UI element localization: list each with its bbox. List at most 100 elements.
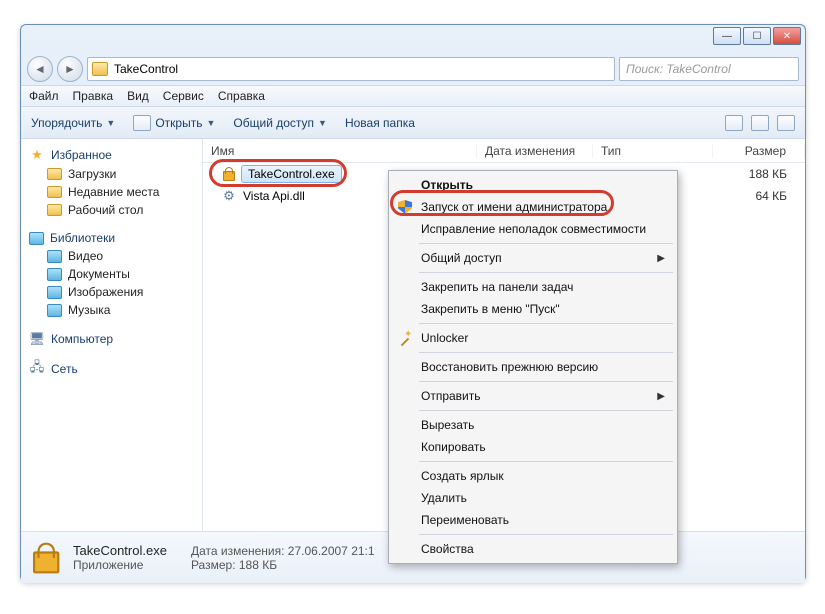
sidebar-item-pictures[interactable]: Изображения <box>21 283 202 301</box>
chevron-down-icon: ▼ <box>206 118 215 128</box>
col-size[interactable]: Размер <box>713 144 805 158</box>
ctx-label: Закрепить на панели задач <box>421 280 573 294</box>
sidebar-item-recent[interactable]: Недавние места <box>21 183 202 201</box>
ctx-copy[interactable]: Копировать <box>391 436 675 458</box>
back-button[interactable]: ◄ <box>27 56 53 82</box>
ctx-unlocker[interactable]: Unlocker <box>391 327 675 349</box>
sidebar-libraries[interactable]: Библиотеки <box>21 229 202 247</box>
ctx-runas-admin[interactable]: Запуск от имени администратора <box>391 196 675 218</box>
sidebar-item-downloads[interactable]: Загрузки <box>21 165 202 183</box>
ctx-open[interactable]: Открыть <box>391 174 675 196</box>
context-menu: Открыть Запуск от имени администратора И… <box>388 170 678 564</box>
chevron-down-icon: ▼ <box>318 118 327 128</box>
ctx-delete[interactable]: Удалить <box>391 487 675 509</box>
col-date[interactable]: Дата изменения <box>477 144 593 158</box>
item-label: Изображения <box>68 285 143 299</box>
ctx-label: Закрепить в меню "Пуск" <box>421 302 560 316</box>
ctx-label: Открыть <box>421 178 473 192</box>
sidebar-item-video[interactable]: Видео <box>21 247 202 265</box>
address-bar[interactable]: TakeControl <box>87 57 615 81</box>
libraries-label: Библиотеки <box>50 231 115 245</box>
lock-icon <box>221 167 235 181</box>
item-label: Загрузки <box>68 167 116 181</box>
separator <box>419 381 673 382</box>
ctx-shortcut[interactable]: Создать ярлык <box>391 465 675 487</box>
ctx-label: Копировать <box>421 440 486 454</box>
menu-tools[interactable]: Сервис <box>163 89 204 103</box>
item-label: Видео <box>68 249 103 263</box>
ctx-share[interactable]: Общий доступ ▶ <box>391 247 675 269</box>
ctx-label: Свойства <box>421 542 474 556</box>
sidebar-item-documents[interactable]: Документы <box>21 265 202 283</box>
file-size: 64 КБ <box>713 189 805 203</box>
folder-icon <box>47 204 62 216</box>
nav-bar: ◄ ► TakeControl Поиск: TakeControl <box>21 53 805 85</box>
forward-button[interactable]: ► <box>57 56 83 82</box>
sidebar-computer[interactable]: 🖥Компьютер <box>21 329 202 349</box>
menu-view[interactable]: Вид <box>127 89 149 103</box>
maximize-button[interactable]: ☐ <box>743 27 771 45</box>
view-button[interactable] <box>725 115 743 131</box>
menu-file[interactable]: Файл <box>29 89 59 103</box>
titlebar[interactable]: — ☐ ✕ <box>21 25 805 53</box>
ctx-rename[interactable]: Переименовать <box>391 509 675 531</box>
share-button[interactable]: Общий доступ▼ <box>233 116 327 130</box>
col-name[interactable]: Имя <box>203 144 477 158</box>
lock-icon <box>29 542 60 573</box>
star-icon: ★ <box>29 147 45 163</box>
newfolder-label: Новая папка <box>345 116 415 130</box>
menu-edit[interactable]: Правка <box>73 89 114 103</box>
preview-pane-button[interactable] <box>751 115 769 131</box>
ctx-sendto[interactable]: Отправить▶ <box>391 385 675 407</box>
music-icon <box>47 304 62 317</box>
ctx-properties[interactable]: Свойства <box>391 538 675 560</box>
ctx-label: Отправить <box>421 389 481 403</box>
file-size: 188 КБ <box>713 167 805 181</box>
help-button[interactable] <box>777 115 795 131</box>
open-icon <box>133 115 151 131</box>
sidebar: ★Избранное Загрузки Недавние места Рабоч… <box>21 139 203 531</box>
folder-icon <box>92 62 108 76</box>
separator <box>419 410 673 411</box>
gear-icon: ⚙ <box>221 188 237 204</box>
search-input[interactable]: Поиск: TakeControl <box>619 57 799 81</box>
video-icon <box>47 250 62 263</box>
ctx-label: Переименовать <box>421 513 509 527</box>
address-text: TakeControl <box>114 62 178 76</box>
ctx-pin-taskbar[interactable]: Закрепить на панели задач <box>391 276 675 298</box>
separator <box>419 323 673 324</box>
details-date-label: Дата изменения: <box>191 544 285 558</box>
details-date: 27.06.2007 21:1 <box>288 544 375 558</box>
details-filename: TakeControl.exe <box>73 543 167 558</box>
separator <box>419 461 673 462</box>
col-type[interactable]: Тип <box>593 144 713 158</box>
newfolder-button[interactable]: Новая папка <box>345 116 415 130</box>
minimize-button[interactable]: — <box>713 27 741 45</box>
submenu-arrow-icon: ▶ <box>657 253 665 264</box>
ctx-cut[interactable]: Вырезать <box>391 414 675 436</box>
sidebar-item-music[interactable]: Музыка <box>21 301 202 319</box>
sidebar-item-desktop[interactable]: Рабочий стол <box>21 201 202 219</box>
organize-button[interactable]: Упорядочить▼ <box>31 116 115 130</box>
sidebar-favorites[interactable]: ★Избранное <box>21 145 202 165</box>
toolbar: Упорядочить▼ Открыть▼ Общий доступ▼ Нова… <box>21 107 805 139</box>
ctx-label: Вырезать <box>421 418 474 432</box>
file-name: TakeControl.exe <box>241 165 342 183</box>
column-headers: Имя Дата изменения Тип Размер <box>203 139 805 163</box>
documents-icon <box>47 268 62 281</box>
menu-help[interactable]: Справка <box>218 89 265 103</box>
details-size: 188 КБ <box>239 558 277 572</box>
chevron-down-icon: ▼ <box>106 118 115 128</box>
ctx-restore-version[interactable]: Восстановить прежнюю версию <box>391 356 675 378</box>
sidebar-network[interactable]: 🖧Сеть <box>21 359 202 379</box>
ctx-label: Восстановить прежнюю версию <box>421 360 598 374</box>
ctx-label: Общий доступ <box>421 251 502 265</box>
separator <box>419 243 673 244</box>
ctx-compat-troubleshoot[interactable]: Исправление неполадок совместимости <box>391 218 675 240</box>
ctx-pin-start[interactable]: Закрепить в меню "Пуск" <box>391 298 675 320</box>
computer-icon: 🖥 <box>29 331 45 347</box>
folder-icon <box>47 186 62 198</box>
folder-icon <box>47 168 62 180</box>
close-button[interactable]: ✕ <box>773 27 801 45</box>
open-button[interactable]: Открыть▼ <box>133 115 215 131</box>
